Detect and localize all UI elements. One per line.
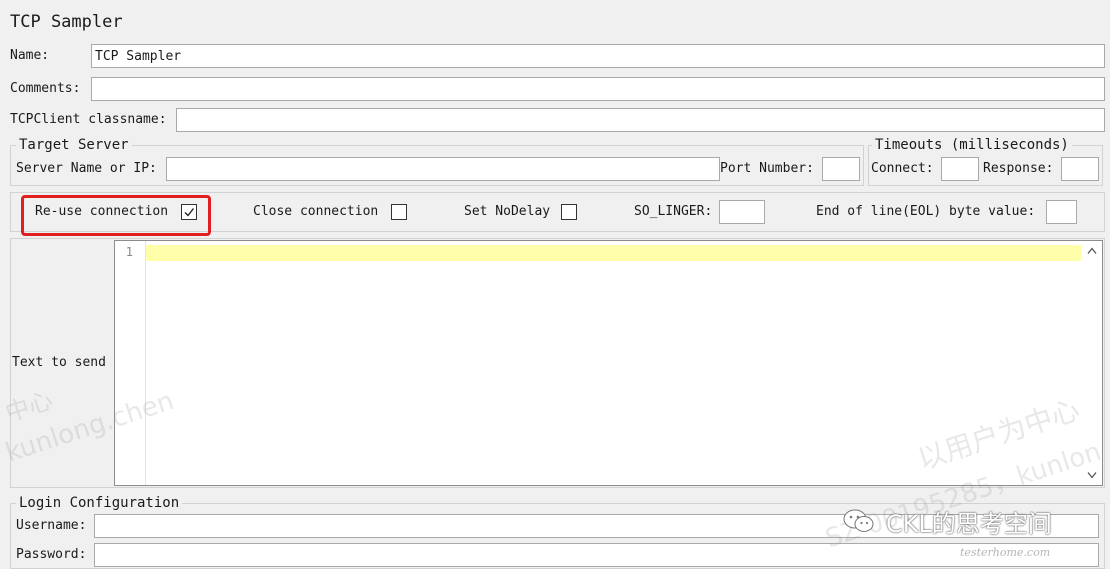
so-linger-input[interactable] (719, 200, 765, 224)
password-label: Password: (16, 547, 87, 562)
line-number: 1 (125, 245, 133, 259)
current-line-highlight (146, 245, 1081, 261)
name-input[interactable] (91, 44, 1105, 68)
eol-byte-label: End of line(EOL) byte value: (816, 204, 1036, 219)
line-number-gutter: 1 (115, 241, 146, 485)
port-number-input[interactable] (822, 157, 860, 181)
username-label: Username: (16, 518, 87, 533)
wechat-icon (843, 509, 874, 532)
password-input[interactable] (94, 543, 1099, 567)
port-number-label: Port Number: (720, 161, 814, 176)
text-to-send-label: Text to send (12, 355, 106, 370)
login-config-legend: Login Configuration (16, 495, 183, 511)
classname-label: TCPClient classname: (10, 112, 167, 127)
target-server-legend: Target Server (16, 137, 132, 153)
set-nodelay-label: Set NoDelay (464, 204, 551, 219)
response-timeout-label: Response: (983, 161, 1054, 176)
server-name-input[interactable] (166, 157, 720, 181)
eol-byte-input[interactable] (1046, 200, 1077, 224)
brand-watermark: CKL的思考空间 (886, 510, 1052, 538)
connect-timeout-label: Connect: (871, 161, 934, 176)
comments-label: Comments: (10, 81, 81, 96)
classname-input[interactable] (176, 108, 1105, 132)
set-nodelay-checkbox[interactable] (561, 204, 577, 220)
site-watermark: testerhome.com (960, 546, 1051, 559)
panel-title: TCP Sampler (10, 12, 123, 32)
response-timeout-input[interactable] (1061, 157, 1099, 181)
highlight-annotation (21, 195, 211, 236)
name-label: Name: (10, 48, 50, 63)
comments-input[interactable] (91, 77, 1105, 101)
timeouts-legend: Timeouts (milliseconds) (872, 137, 1072, 153)
scroll-down-icon[interactable] (1087, 471, 1097, 479)
scroll-up-icon[interactable] (1087, 247, 1097, 255)
server-name-label: Server Name or IP: (16, 161, 157, 176)
close-connection-checkbox[interactable] (391, 204, 407, 220)
so-linger-label: SO_LINGER: (634, 204, 713, 219)
close-connection-label: Close connection (253, 204, 379, 219)
connect-timeout-input[interactable] (941, 157, 979, 181)
